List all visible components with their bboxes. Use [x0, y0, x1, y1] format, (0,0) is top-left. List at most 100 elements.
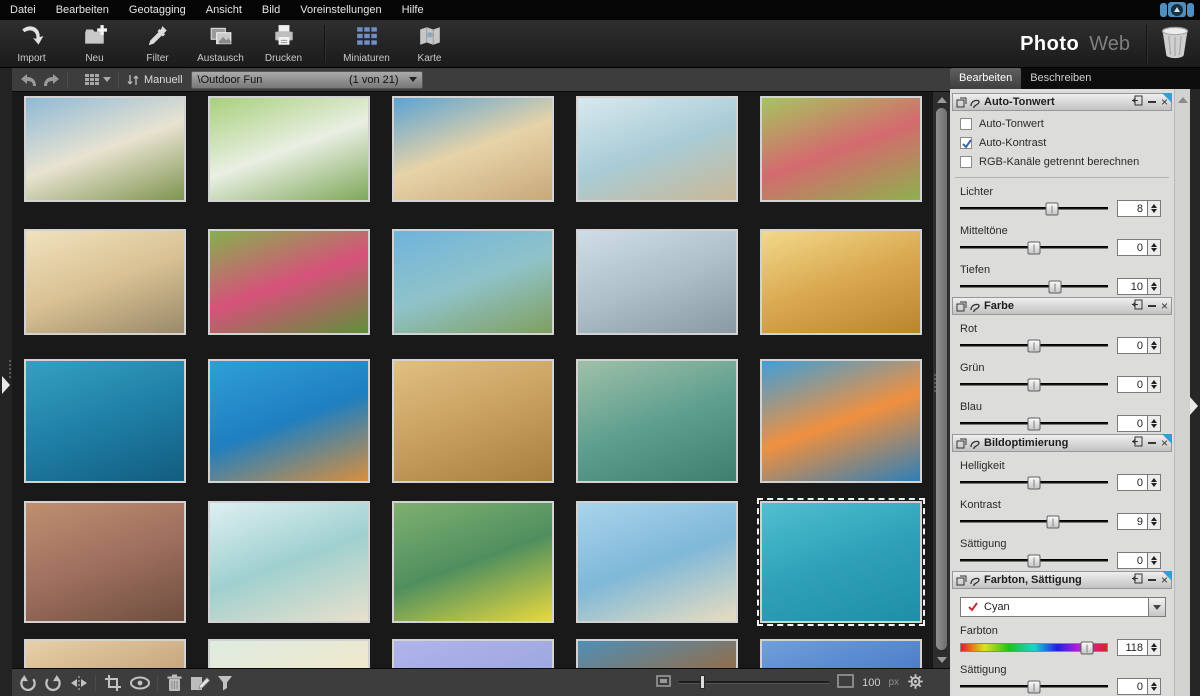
spinner-down-icon[interactable] [1151, 424, 1157, 428]
mode-photo-label[interactable]: Photo [1020, 33, 1079, 56]
thumb-coral-reef-fish[interactable] [208, 359, 370, 483]
value-spinner[interactable] [1148, 278, 1161, 295]
new-button[interactable]: Neu [63, 20, 126, 67]
channel-dropdown-button[interactable] [1149, 597, 1166, 617]
section-tools-icon[interactable] [956, 575, 981, 586]
filter-button[interactable]: Filter [126, 20, 189, 67]
slider-handle[interactable] [1027, 554, 1041, 567]
trash-can-icon[interactable] [1160, 26, 1190, 63]
section-header[interactable]: Farbe × [952, 297, 1172, 315]
value-slider[interactable] [960, 680, 1108, 693]
value-spinner[interactable] [1148, 639, 1161, 656]
slider-value-field[interactable]: 0 [1117, 239, 1148, 256]
section-tools-icon[interactable] [956, 438, 981, 449]
spinner-down-icon[interactable] [1151, 385, 1157, 389]
thumb-clouds-sky[interactable] [392, 639, 554, 668]
section-minimize-icon[interactable] [1147, 442, 1156, 444]
value-spinner[interactable] [1148, 678, 1161, 695]
slider-value-field[interactable]: 0 [1117, 552, 1148, 569]
value-slider[interactable] [960, 554, 1108, 567]
value-slider[interactable] [960, 515, 1108, 528]
folder-dropdown-caret-icon[interactable] [408, 77, 417, 82]
thumb-seagulls-in-sky[interactable] [760, 639, 922, 668]
channel-dropdown[interactable]: Cyan [960, 597, 1166, 617]
thumb-girl-on-dune[interactable] [392, 96, 554, 202]
grid-vertical-scrollbar[interactable] [932, 92, 950, 668]
scroll-down-icon[interactable] [937, 657, 947, 663]
rotate-left-icon[interactable] [19, 674, 37, 692]
section-minimize-icon[interactable] [1147, 101, 1156, 103]
spinner-up-icon[interactable] [1151, 517, 1157, 521]
section-pin-icon[interactable] [1131, 95, 1143, 109]
thumb-woman-with-pigeons[interactable] [576, 229, 738, 335]
value-slider[interactable] [960, 280, 1108, 293]
thumbnails-button[interactable]: Miniaturen [335, 20, 398, 67]
value-slider[interactable] [960, 417, 1108, 430]
value-spinner[interactable] [1148, 337, 1161, 354]
expand-left-panel-arrow-icon[interactable] [2, 376, 10, 394]
slider-value-field[interactable]: 118 [1117, 639, 1148, 656]
thumb-kids-running-beach[interactable] [576, 501, 738, 623]
slider-value-field[interactable]: 0 [1117, 337, 1148, 354]
forward-icon[interactable] [42, 73, 60, 87]
thumb-girl-in-swim-ring[interactable] [760, 359, 922, 483]
thumb-boy-fishing[interactable] [576, 359, 738, 483]
spinner-down-icon[interactable] [1151, 346, 1157, 350]
slider-handle[interactable] [1027, 417, 1041, 430]
value-spinner[interactable] [1148, 513, 1161, 530]
map-button[interactable]: Karte [398, 20, 461, 67]
value-spinner[interactable] [1148, 474, 1161, 491]
checkbox[interactable] [960, 137, 972, 149]
sort-mode-label[interactable]: Manuell [144, 74, 183, 86]
slider-handle[interactable] [1046, 515, 1060, 528]
spinner-down-icon[interactable] [1151, 687, 1157, 691]
value-spinner[interactable] [1148, 239, 1161, 256]
value-slider[interactable] [960, 241, 1108, 254]
slider-handle[interactable] [1027, 339, 1041, 352]
scroll-up-icon[interactable] [937, 97, 947, 103]
right-panel-collapsed-strip[interactable] [1190, 89, 1200, 696]
panel-scrollbar[interactable] [1174, 89, 1190, 696]
mode-web-label[interactable]: Web [1089, 33, 1130, 56]
zoom-large-thumbnails-icon[interactable] [837, 674, 854, 691]
spinner-down-icon[interactable] [1151, 522, 1157, 526]
slider-handle[interactable] [1027, 680, 1041, 693]
thumb-family-kayaking[interactable] [392, 501, 554, 623]
menu-ansicht[interactable]: Ansicht [196, 1, 252, 19]
flip-horizontal-icon[interactable] [69, 674, 89, 692]
thumb-girl-with-ice-cream[interactable] [757, 498, 925, 626]
thumb-family-boardwalk[interactable] [392, 229, 554, 335]
section-pin-icon[interactable] [1131, 436, 1143, 450]
slider-value-field[interactable]: 8 [1117, 200, 1148, 217]
value-spinner[interactable] [1148, 552, 1161, 569]
checkbox[interactable] [960, 118, 972, 130]
menu-datei[interactable]: Datei [0, 1, 46, 19]
spinner-up-icon[interactable] [1151, 282, 1157, 286]
rename-edit-icon[interactable] [190, 674, 210, 692]
spinner-down-icon[interactable] [1151, 248, 1157, 252]
spinner-down-icon[interactable] [1151, 483, 1157, 487]
thumb-girl-underwater[interactable] [24, 359, 186, 483]
slider-handle[interactable] [1027, 378, 1041, 391]
thumb-bear-in-river[interactable] [576, 639, 738, 668]
checkbox[interactable] [960, 156, 972, 168]
section-minimize-icon[interactable] [1147, 305, 1156, 307]
thumb-vintage-couple[interactable] [24, 639, 186, 668]
slider-value-field[interactable]: 0 [1117, 415, 1148, 432]
value-slider[interactable] [960, 202, 1108, 215]
thumb-three-girls-swimsuits[interactable] [208, 229, 370, 335]
spinner-up-icon[interactable] [1151, 341, 1157, 345]
sort-order-icon[interactable] [126, 73, 140, 87]
value-slider[interactable] [960, 476, 1108, 489]
thumb-mother-and-child[interactable] [24, 229, 186, 335]
view-layout-icon[interactable] [85, 74, 99, 85]
crop-icon[interactable] [104, 674, 122, 692]
settings-gear-icon[interactable] [907, 673, 924, 693]
section-close-icon[interactable]: × [1161, 300, 1168, 312]
exchange-button[interactable]: Austausch [189, 20, 252, 67]
slider-value-field[interactable]: 0 [1117, 678, 1148, 695]
value-slider[interactable] [960, 378, 1108, 391]
menu-geotagging[interactable]: Geotagging [119, 1, 196, 19]
slider-handle[interactable] [1080, 641, 1094, 654]
spinner-up-icon[interactable] [1151, 682, 1157, 686]
